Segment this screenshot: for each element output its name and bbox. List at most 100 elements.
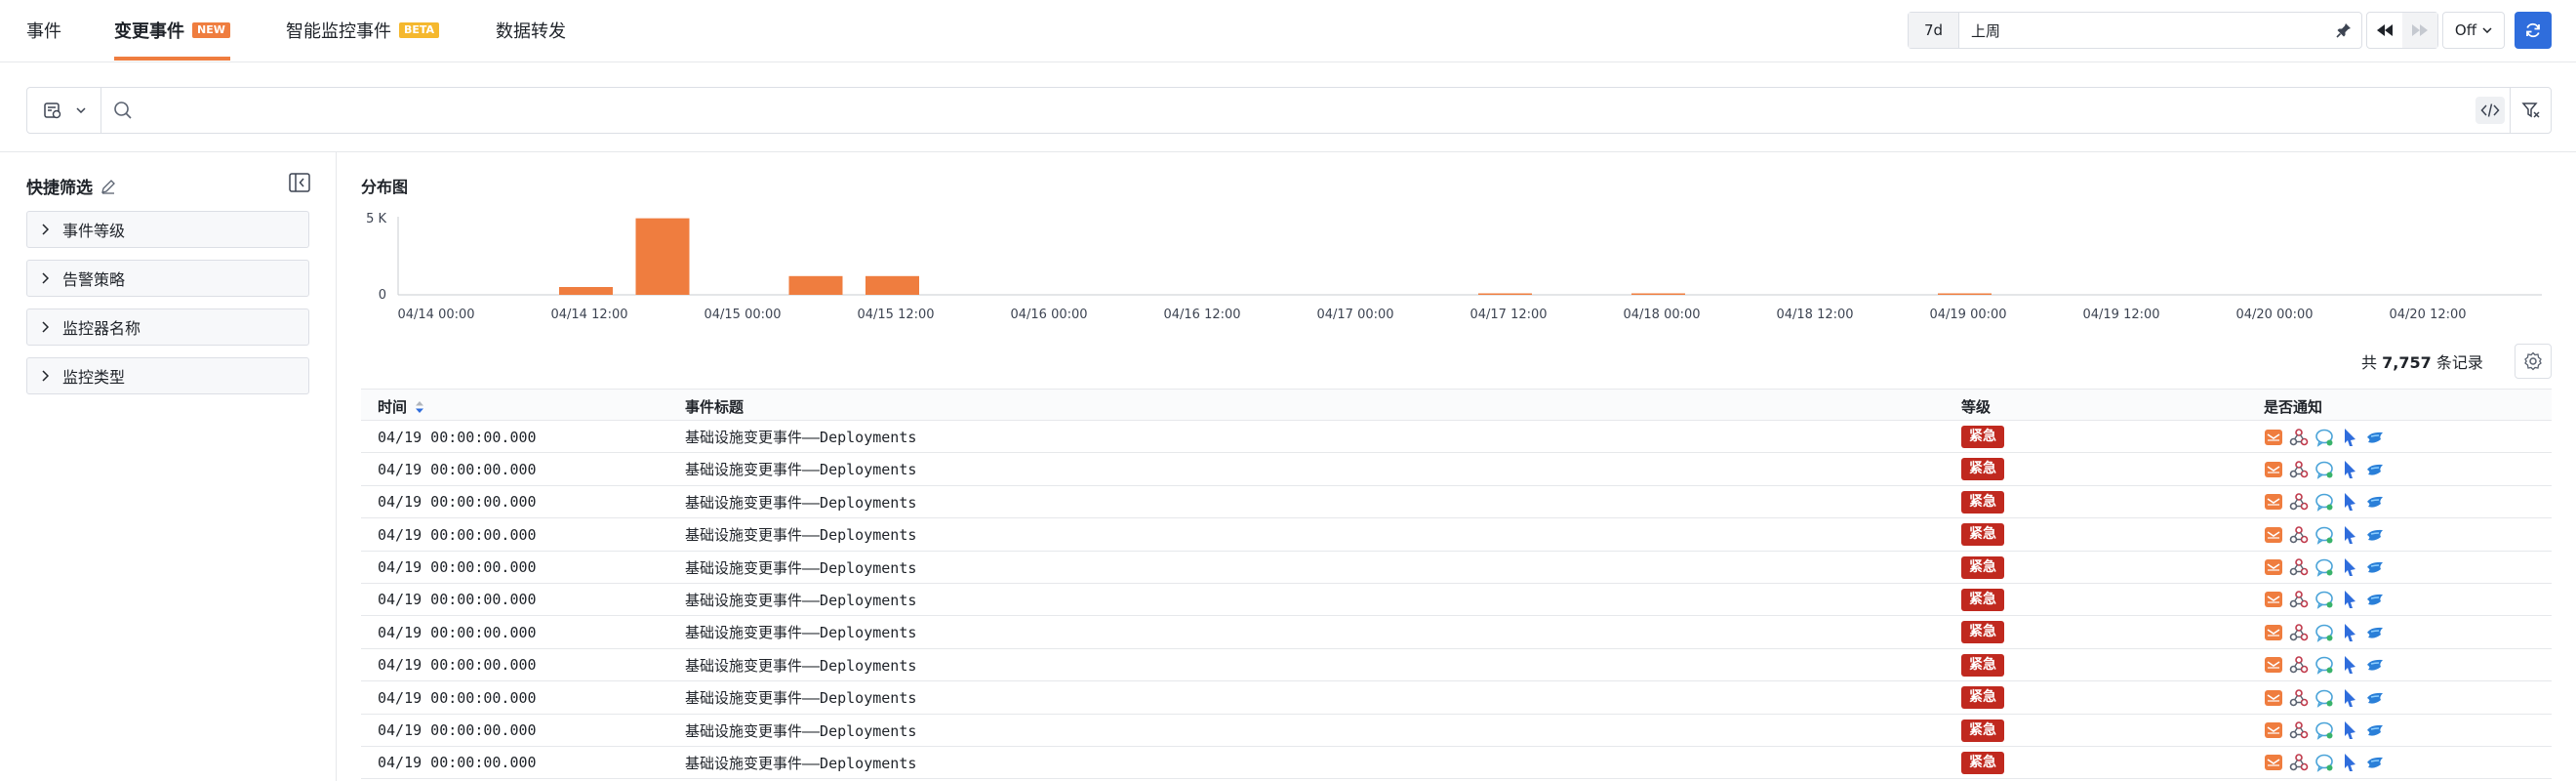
level-badge: 紧急	[1961, 588, 2004, 611]
shift-forward-icon[interactable]	[2402, 13, 2437, 48]
table-row[interactable]: 04/19 00:00:00.000 基础设施变更事件––Deployments 紧…	[361, 715, 2552, 747]
distribution-chart[interactable]: 5 K 0 04/14 00:00 04/14 12:00 04/15 00:00 04/…	[351, 205, 2556, 327]
filter-settings-button[interactable]	[2510, 88, 2552, 133]
level-badge: 紧急	[1961, 426, 2004, 448]
table-row[interactable]: 04/19 00:00:00.000 基础设施变更事件––Deployments 紧…	[361, 453, 2552, 486]
collapse-sidebar-icon[interactable]	[289, 173, 310, 196]
cell-level: 紧急	[1961, 552, 2004, 584]
quick-filter-title-text: 快捷筛选	[26, 179, 93, 198]
events-table: 时间 事件标题 等级 是否通知 04/19 00:00:00.000 基础设施变更…	[361, 389, 2552, 780]
lark-icon	[2340, 428, 2359, 447]
chat-icon	[2314, 688, 2334, 708]
email-icon	[2264, 492, 2283, 512]
chat-icon	[2314, 557, 2334, 577]
gear-icon	[2524, 351, 2542, 371]
lark-icon	[2340, 525, 2359, 545]
tab-events[interactable]: 事件	[26, 0, 61, 61]
x-tick-label: 04/16 12:00	[1163, 308, 1240, 322]
tab-change-events[interactable]: 变更事件 NEW	[114, 0, 230, 61]
lark-icon	[2340, 557, 2359, 577]
table-row[interactable]: 04/19 00:00:00.000 基础设施变更事件––Deployments 紧…	[361, 681, 2552, 715]
x-tick-label: 04/20 00:00	[2235, 308, 2313, 322]
webhook-icon	[2289, 428, 2309, 447]
time-range-text[interactable]: 上周	[1959, 21, 2326, 41]
cell-title[interactable]: 基础设施变更事件––Deployments	[685, 421, 916, 453]
cell-notify	[2264, 649, 2385, 681]
chevron-right-icon	[27, 321, 62, 333]
table-row[interactable]: 04/19 00:00:00.000 基础设施变更事件––Deployments 紧…	[361, 518, 2552, 552]
table-row[interactable]: 04/19 00:00:00.000 基础设施变更事件––Deployments 紧…	[361, 616, 2552, 649]
cell-level: 紧急	[1961, 616, 2004, 648]
new-badge: NEW	[192, 22, 230, 38]
level-badge: 紧急	[1961, 458, 2004, 481]
lark-icon	[2340, 492, 2359, 512]
dingtalk-icon	[2365, 720, 2385, 740]
cell-notify	[2264, 453, 2385, 485]
chevron-right-icon	[27, 272, 62, 284]
tab-label: 事件	[26, 21, 61, 42]
cell-title[interactable]: 基础设施变更事件––Deployments	[685, 715, 916, 747]
cell-time: 04/19 00:00:00.000	[378, 428, 537, 446]
email-icon	[2264, 590, 2283, 609]
cell-level: 紧急	[1961, 747, 2004, 779]
cell-level: 紧急	[1961, 486, 2004, 518]
cell-time: 04/19 00:00:00.000	[378, 493, 537, 512]
chart-bar	[559, 287, 613, 295]
tab-label: 智能监控事件	[286, 21, 391, 42]
x-tick-label: 04/19 12:00	[2082, 308, 2159, 322]
table-row[interactable]: 04/19 00:00:00.000 基础设施变更事件––Deployments 紧…	[361, 584, 2552, 617]
time-range-picker[interactable]: 7d 上周	[1908, 12, 2362, 49]
code-mode-button[interactable]	[2475, 97, 2505, 124]
total-suffix: 条记录	[2435, 353, 2483, 372]
cell-title[interactable]: 基础设施变更事件––Deployments	[685, 616, 916, 648]
column-settings-button[interactable]	[2515, 344, 2552, 379]
auto-refresh-select[interactable]: Off	[2442, 12, 2505, 49]
table-row[interactable]: 04/19 00:00:00.000 基础设施变更事件––Deployments 紧…	[361, 649, 2552, 682]
dingtalk-icon	[2365, 590, 2385, 609]
filter-event-level[interactable]: 事件等级	[26, 211, 309, 248]
cell-title[interactable]: 基础设施变更事件––Deployments	[685, 649, 916, 681]
cell-title[interactable]: 基础设施变更事件––Deployments	[685, 486, 916, 518]
table-row[interactable]: 04/19 00:00:00.000 基础设施变更事件––Deployments 紧…	[361, 747, 2552, 780]
time-quick-select[interactable]: 7d	[1909, 13, 1959, 48]
filter-alert-policy[interactable]: 告警策略	[26, 260, 309, 297]
refresh-button[interactable]	[2515, 12, 2552, 49]
edit-icon[interactable]	[101, 179, 116, 194]
x-tick-label: 04/14 12:00	[550, 308, 627, 322]
cell-title[interactable]: 基础设施变更事件––Deployments	[685, 453, 916, 485]
chart-bar	[865, 275, 919, 295]
search-input[interactable]	[142, 96, 2455, 125]
cell-title[interactable]: 基础设施变更事件––Deployments	[685, 584, 916, 616]
cell-title[interactable]: 基础设施变更事件––Deployments	[685, 552, 916, 584]
filter-monitor-name[interactable]: 监控器名称	[26, 308, 309, 346]
cell-time: 04/19 00:00:00.000	[378, 525, 537, 544]
total-count: 7,757	[2382, 353, 2432, 372]
cell-title[interactable]: 基础设施变更事件––Deployments	[685, 518, 916, 551]
tab-data-forwarding[interactable]: 数据转发	[496, 0, 566, 61]
chart-bar	[635, 218, 690, 295]
table-row[interactable]: 04/19 00:00:00.000 基础设施变更事件––Deployments 紧…	[361, 421, 2552, 454]
shift-back-icon[interactable]	[2367, 13, 2402, 48]
email-icon	[2264, 557, 2283, 577]
table-row[interactable]: 04/19 00:00:00.000 基础设施变更事件––Deployments 紧…	[361, 552, 2552, 584]
email-icon	[2264, 720, 2283, 740]
saved-query-dropdown[interactable]	[27, 88, 101, 133]
level-badge: 紧急	[1961, 686, 2004, 710]
cell-title[interactable]: 基础设施变更事件––Deployments	[685, 681, 916, 714]
tab-smart-monitor-events[interactable]: 智能监控事件 BETA	[286, 0, 440, 61]
pin-icon[interactable]	[2326, 22, 2361, 38]
sort-icon[interactable]	[415, 400, 424, 414]
chart-bar	[1631, 293, 1685, 295]
x-tick-label: 04/16 00:00	[1010, 308, 1087, 322]
col-time-header[interactable]: 时间	[378, 396, 424, 417]
cell-title[interactable]: 基础设施变更事件––Deployments	[685, 747, 916, 779]
cell-notify	[2264, 584, 2385, 616]
dingtalk-icon	[2365, 655, 2385, 675]
tab-label: 数据转发	[496, 21, 566, 42]
level-badge: 紧急	[1961, 653, 2004, 677]
filter-monitor-type[interactable]: 监控类型	[26, 357, 309, 394]
chat-icon	[2314, 655, 2334, 676]
chevron-down-icon	[75, 107, 86, 113]
table-row[interactable]: 04/19 00:00:00.000 基础设施变更事件––Deployments 紧…	[361, 486, 2552, 519]
email-icon	[2264, 655, 2283, 675]
